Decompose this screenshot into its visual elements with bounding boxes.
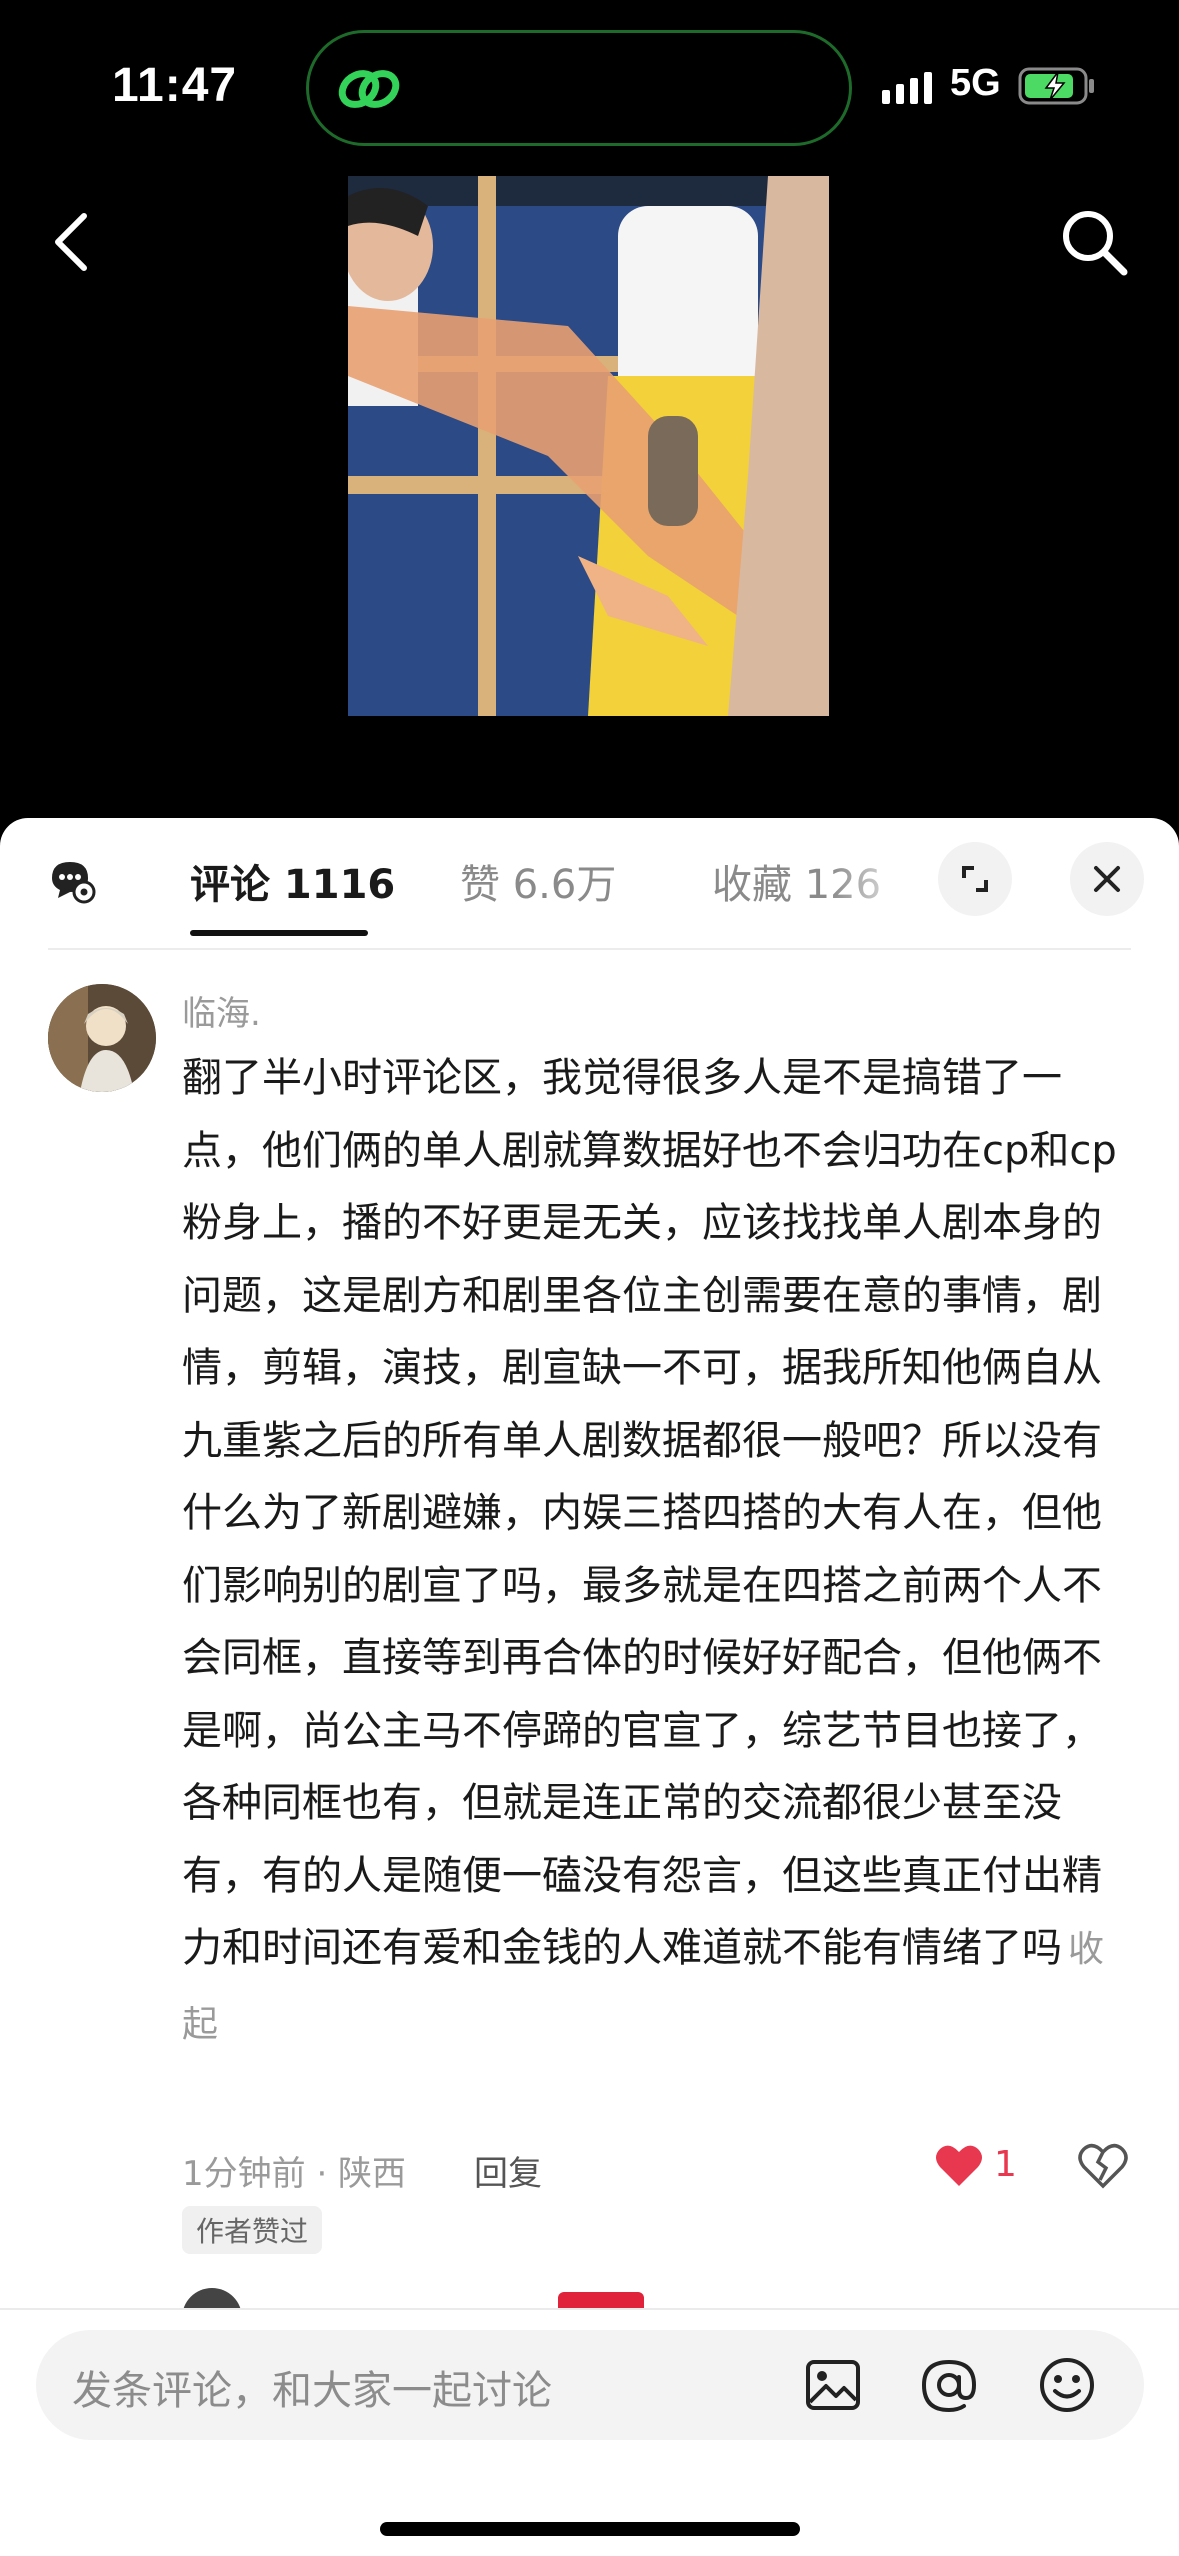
like-count: 1 <box>994 2144 1017 2185</box>
avatar-image <box>48 984 156 1092</box>
comment-text: 翻了半小时评论区，我觉得很多人是不是搞错了一点，他们俩的单人剧就算数据好也不会归… <box>182 1055 1117 1971</box>
avatar[interactable] <box>48 984 156 1092</box>
tab-fade <box>830 838 920 918</box>
comment-input-bar: 发条评论，和大家一起讨论 <box>0 2308 1179 2556</box>
image-icon[interactable] <box>800 2352 866 2418</box>
comment-settings-icon[interactable] <box>48 856 96 904</box>
emoji-icon[interactable] <box>1034 2352 1100 2418</box>
battery-charging-icon <box>1018 67 1094 105</box>
status-time: 11:47 <box>112 59 238 112</box>
comment-username[interactable]: 临海. <box>182 986 261 1035</box>
close-icon <box>1094 866 1120 892</box>
signal-icon <box>882 72 932 104</box>
tab-bar: 评论 1116 赞 6.6万 收藏 126 <box>0 818 1179 938</box>
heart-filled-icon[interactable] <box>934 2142 984 2188</box>
tab-active-indicator <box>190 930 368 936</box>
network-label: 5G <box>950 62 1001 104</box>
broken-heart-icon[interactable] <box>1078 2140 1128 2190</box>
tab-comments[interactable]: 评论 1116 <box>190 852 395 910</box>
comment-body: 翻了半小时评论区，我觉得很多人是不是搞错了一点，他们俩的单人剧就算数据好也不会归… <box>182 1042 1132 2061</box>
divider <box>48 948 1131 950</box>
comment-meta: 1分钟前 · 陕西 <box>182 2154 407 2194</box>
expand-button[interactable] <box>938 842 1012 916</box>
comment-sheet: 评论 1116 赞 6.6万 收藏 126 临海. 翻了半小时评论区，我觉得很多… <box>0 818 1179 2556</box>
post-image[interactable] <box>348 176 829 716</box>
tab-likes[interactable]: 赞 6.6万 <box>460 852 616 910</box>
link-icon <box>338 70 400 108</box>
comment-input[interactable]: 发条评论，和大家一起讨论 <box>36 2330 1144 2440</box>
post-image-illustration <box>348 176 829 716</box>
back-icon[interactable] <box>44 206 100 278</box>
search-icon[interactable] <box>1058 206 1130 278</box>
close-button[interactable] <box>1070 842 1144 916</box>
dynamic-island <box>306 30 852 146</box>
reply-button[interactable]: 回复 <box>474 2146 542 2195</box>
expand-icon <box>962 866 988 892</box>
home-indicator <box>380 2522 800 2536</box>
author-liked-badge: 作者赞过 <box>182 2206 323 2254</box>
comment-input-placeholder: 发条评论，和大家一起讨论 <box>72 2368 552 2414</box>
mention-icon[interactable] <box>916 2352 982 2418</box>
status-bar: 11:47 5G <box>0 0 1179 160</box>
